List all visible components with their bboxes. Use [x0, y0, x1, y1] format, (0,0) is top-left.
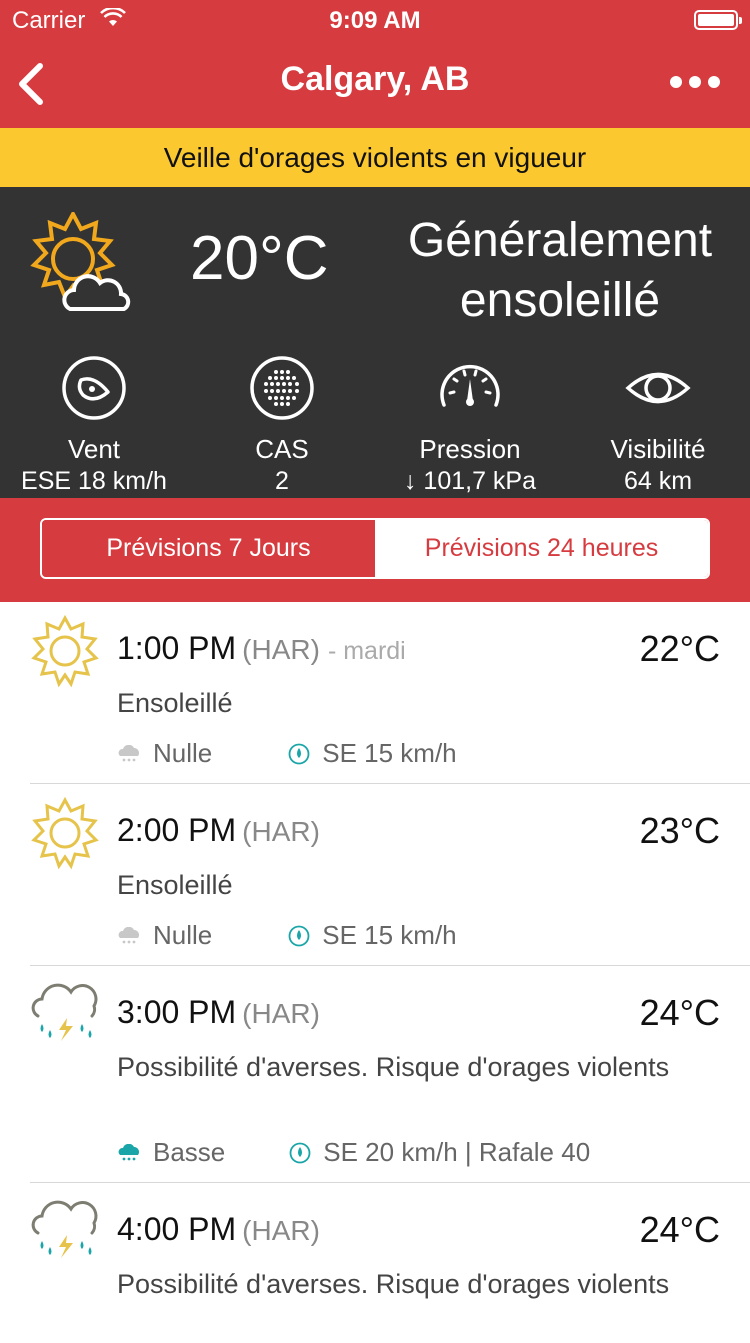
forecast-details: Nulle SE 15 km/h [117, 920, 457, 951]
list-item[interactable]: 4:00 PM (HAR) 24°C Possibilité d'averses.… [30, 1183, 750, 1343]
forecast-zone: (HAR) [242, 634, 320, 665]
wind-icon [62, 356, 126, 420]
metric-value: 2 [275, 467, 289, 495]
precipitation-icon [118, 1143, 139, 1160]
list-item[interactable]: 2:00 PM (HAR) 23°C Ensoleillé Nulle SE 15… [30, 784, 750, 966]
precipitation-value: Nulle [153, 920, 213, 950]
current-conditions: 20°C Généralement ensoleillé Vent ESE 18… [0, 187, 750, 498]
forecast-temperature: 22°C [639, 628, 720, 669]
page-title: Calgary, AB [280, 60, 470, 98]
metric-label: Visibilité [610, 434, 706, 464]
forecast-time: 1:00 PM [117, 630, 237, 666]
forecast-time-line: 1:00 PM (HAR) - mardi [117, 630, 406, 667]
metric-value: ESE 18 km/h [21, 467, 167, 495]
sun-icon [31, 796, 99, 870]
forecast-details: Nulle SE 15 km/h [117, 738, 457, 769]
list-item[interactable]: 1:00 PM (HAR) - mardi 22°C Ensoleillé Null… [30, 602, 750, 784]
wind-value: SE 20 km/h | Rafale 40 [323, 1137, 591, 1167]
status-time: 9:09 AM [329, 7, 421, 34]
metric-label: CAS [255, 434, 309, 464]
forecast-condition: Possibilité d'averses. Risque d'orages v… [117, 1052, 670, 1082]
metric-label: Pression [419, 434, 521, 464]
forecast-temperature: 24°C [639, 1209, 720, 1250]
aqhi-icon [250, 356, 314, 420]
wind-icon [288, 743, 310, 764]
forecast-details: Basse SE 20 km/h | Rafale 40 [117, 1137, 590, 1168]
header: Carrier 9:09 AM Calgary, AB [0, 0, 750, 128]
metric-visibility: Visibilité 64 km [578, 355, 738, 496]
forecast-zone: (HAR) [242, 816, 320, 847]
metric-pressure: Pression ↓ 101,7 kPa [390, 355, 550, 496]
weather-alert-banner[interactable]: Veille d'orages violents en vigueur [0, 128, 750, 187]
forecast-time: 4:00 PM [117, 1211, 237, 1247]
metric-value: ↓ 101,7 kPa [403, 467, 537, 495]
forecast-temperature: 24°C [639, 992, 720, 1033]
forecast-zone: (HAR) [242, 1215, 320, 1246]
metric-aqhi: CAS 2 [202, 355, 362, 496]
forecast-time: 2:00 PM [117, 812, 237, 848]
forecast-day: - mardi [327, 637, 406, 665]
forecast-condition: Ensoleillé [117, 870, 233, 900]
eye-icon [625, 372, 691, 404]
hourly-forecast-list: 1:00 PM (HAR) - mardi 22°C Ensoleillé Null… [0, 602, 750, 1343]
forecast-condition: Possibilité d'averses. Risque d'orages v… [117, 1269, 670, 1299]
wind-value: SE 15 km/h [322, 920, 457, 950]
precipitation-icon [118, 744, 139, 761]
metric-label: Vent [67, 434, 121, 464]
precipitation-value: Nulle [153, 738, 213, 768]
metric-value: 64 km [623, 467, 693, 495]
wind-icon [289, 1142, 311, 1163]
forecast-time-line: 3:00 PM (HAR) [117, 994, 320, 1031]
segmented-control: Prévisions 7 Jours Prévisions 24 heures [40, 518, 710, 579]
sun-cloud-icon [30, 212, 131, 311]
battery-icon [694, 10, 742, 30]
nav-bar: Calgary, AB [0, 40, 750, 128]
forecast-temperature: 23°C [639, 810, 720, 851]
forecast-condition: Ensoleillé [117, 688, 233, 718]
forecast-zone: (HAR) [242, 998, 320, 1029]
wind-icon [288, 925, 310, 946]
forecast-tab-bar: Prévisions 7 Jours Prévisions 24 heures [0, 498, 750, 602]
pressure-gauge-icon [440, 364, 500, 407]
tab-7-day-forecast[interactable]: Prévisions 7 Jours [42, 520, 375, 577]
current-temperature: 20°C [190, 224, 329, 293]
list-item[interactable]: 3:00 PM (HAR) 24°C Possibilité d'averses.… [30, 966, 750, 1183]
more-options-icon[interactable] [670, 76, 720, 88]
precipitation-value: Basse [153, 1137, 226, 1167]
forecast-time-line: 2:00 PM (HAR) [117, 812, 320, 849]
forecast-time: 3:00 PM [117, 994, 237, 1030]
wind-value: SE 15 km/h [322, 738, 457, 768]
metric-wind: Vent ESE 18 km/h [14, 355, 174, 496]
thunderstorm-icon [31, 1200, 98, 1258]
thunderstorm-icon [31, 983, 98, 1041]
sun-icon [31, 614, 99, 688]
tab-24-hour-forecast[interactable]: Prévisions 24 heures [375, 520, 708, 577]
forecast-time-line: 4:00 PM (HAR) [117, 1211, 320, 1248]
status-bar: Carrier 9:09 AM [0, 0, 750, 40]
current-condition: Généralement ensoleillé [407, 214, 713, 327]
precipitation-icon [118, 926, 139, 943]
